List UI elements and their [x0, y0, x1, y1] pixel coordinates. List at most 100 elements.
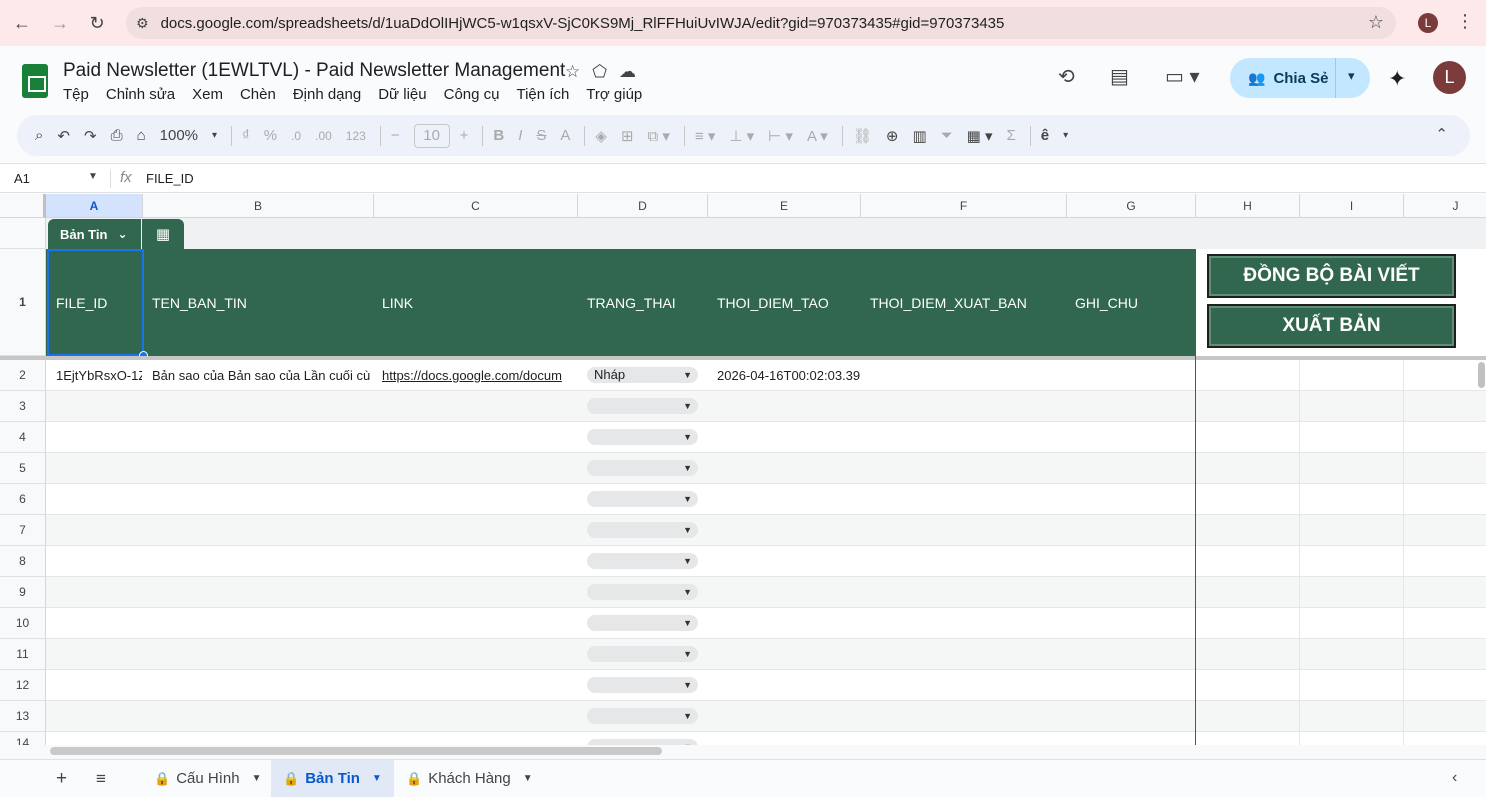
row-header-11[interactable]: 11 [0, 639, 46, 670]
status-dropdown[interactable]: ▼ [587, 646, 698, 662]
print-icon[interactable]: ⎙ [111, 127, 123, 144]
column-header-i[interactable]: I [1300, 194, 1404, 218]
merge-cells-icon[interactable]: ⧉ ▾ [648, 127, 670, 145]
move-to-drive-icon[interactable]: ⬠ [592, 62, 607, 82]
site-info-icon[interactable]: ⚙ [136, 15, 149, 32]
input-tools-button[interactable]: ê [1041, 127, 1049, 144]
cell-link[interactable]: https://docs.google.com/docum [382, 368, 577, 383]
reload-icon[interactable]: ↻ [84, 10, 110, 36]
column-header-j[interactable]: J [1404, 194, 1486, 218]
sheet-tab-ban-tin[interactable]: 🔒 Bản Tin ▼ [271, 760, 394, 797]
table-views-icon[interactable]: ▦ ▾ [967, 127, 993, 145]
input-tools-dropdown-icon[interactable]: ▾ [1063, 130, 1068, 141]
filter-icon[interactable]: ⏷ [941, 127, 953, 144]
horizontal-scrollbar-thumb[interactable] [50, 747, 662, 755]
row-header-3[interactable]: 3 [0, 391, 46, 422]
header-thoi-diem-xuat-ban[interactable]: THOI_DIEM_XUAT_BAN [861, 249, 1027, 356]
row-header-6[interactable]: 6 [0, 484, 46, 515]
publish-button[interactable]: XUẤT BẢN [1207, 304, 1456, 348]
account-avatar[interactable]: L [1433, 61, 1466, 94]
text-rotation-icon[interactable]: A ▾ [807, 127, 828, 145]
chevron-down-icon[interactable]: ▼ [252, 773, 262, 784]
menu-help[interactable]: Trợ giúp [586, 86, 642, 103]
row-header-2[interactable]: 2 [0, 360, 46, 391]
select-all-corner[interactable] [0, 194, 46, 218]
status-dropdown[interactable]: Nháp ▼ [587, 367, 698, 383]
header-ten-ban-tin[interactable]: TEN_BAN_TIN [143, 249, 247, 356]
font-size-input[interactable]: 10 [413, 123, 450, 148]
cell-thoi-diem-tao[interactable]: 2026-04-16T00:02:03.39 [717, 368, 860, 383]
formula-input[interactable]: FILE_ID [146, 171, 194, 186]
row-header-1[interactable]: 1 [0, 249, 46, 356]
status-dropdown[interactable]: ▼ [587, 584, 698, 600]
zoom-dropdown-icon[interactable]: ▾ [212, 130, 217, 141]
bookmark-star-icon[interactable]: ☆ [1368, 12, 1384, 33]
status-dropdown[interactable]: ▼ [587, 398, 698, 414]
browser-profile-avatar[interactable]: L [1418, 13, 1438, 33]
insert-comment-icon[interactable]: ⊕ [886, 127, 899, 145]
status-dropdown[interactable]: ▼ [587, 677, 698, 693]
column-header-d[interactable]: D [578, 194, 708, 218]
sheet-tab-cau-hinh[interactable]: 🔒 Cấu Hình ▼ [142, 760, 273, 797]
column-header-h[interactable]: H [1196, 194, 1300, 218]
status-dropdown[interactable]: ▼ [587, 553, 698, 569]
text-color-button[interactable]: A [560, 127, 570, 144]
insert-chart-icon[interactable]: ▥ [912, 127, 926, 145]
row-header-14[interactable]: 14 [0, 732, 46, 746]
decrease-decimal-button[interactable]: .0 [291, 129, 301, 143]
column-header-e[interactable]: E [708, 194, 861, 218]
gemini-sparkle-icon[interactable]: ✦ [1388, 66, 1406, 92]
status-dropdown[interactable]: ▼ [587, 491, 698, 507]
name-box-dropdown-icon[interactable]: ▼ [88, 171, 98, 182]
sync-posts-button[interactable]: ĐỒNG BỘ BÀI VIẾT [1207, 254, 1456, 298]
name-box[interactable]: A1 [14, 171, 30, 186]
status-dropdown[interactable]: ▼ [587, 615, 698, 631]
forward-arrow-icon[interactable]: → [47, 10, 73, 36]
column-header-f[interactable]: F [861, 194, 1067, 218]
strikethrough-button[interactable]: S [536, 127, 546, 144]
column-header-a[interactable]: A [46, 194, 143, 218]
menu-tools[interactable]: Công cụ [444, 86, 500, 103]
document-title[interactable]: Paid Newsletter (1EWLTVL) - Paid Newslet… [63, 60, 565, 82]
functions-icon[interactable]: Σ [1007, 127, 1016, 144]
table-name-chip[interactable]: Bản Tin ⌄ [48, 219, 141, 249]
status-dropdown[interactable]: ▼ [587, 460, 698, 476]
sheets-logo-icon[interactable] [22, 64, 48, 98]
all-sheets-icon[interactable]: ≡ [96, 769, 106, 789]
row-header-4[interactable]: 4 [0, 422, 46, 453]
zoom-select[interactable]: 100% [160, 127, 198, 144]
meet-video-icon[interactable]: ▭ ▾ [1165, 64, 1200, 89]
row-header-5[interactable]: 5 [0, 453, 46, 484]
row-header-13[interactable]: 13 [0, 701, 46, 732]
collapse-toolbar-icon[interactable]: ⌃ [1435, 125, 1448, 143]
insert-link-icon[interactable]: ⛓ [853, 127, 872, 145]
sheet-tab-khach-hang[interactable]: 🔒 Khách Hàng ▼ [394, 760, 545, 797]
column-header-g[interactable]: G [1067, 194, 1196, 218]
header-link[interactable]: LINK [373, 249, 413, 356]
header-trang-thai[interactable]: TRANG_THAI [578, 249, 676, 356]
increase-decimal-button[interactable]: .00 [315, 129, 332, 143]
status-dropdown[interactable]: ▼ [587, 429, 698, 445]
currency-format-button[interactable]: ₫ [242, 127, 250, 144]
star-icon[interactable]: ☆ [565, 62, 580, 82]
menu-insert[interactable]: Chèn [240, 86, 276, 103]
italic-button[interactable]: I [518, 127, 522, 144]
header-thoi-diem-tao[interactable]: THOI_DIEM_TAO [708, 249, 829, 356]
chevron-down-icon[interactable]: ▼ [372, 773, 382, 784]
search-icon[interactable]: ⌕ [35, 127, 43, 144]
column-header-c[interactable]: C [374, 194, 578, 218]
comments-icon[interactable]: ▤ [1110, 64, 1129, 89]
undo-icon[interactable]: ↶ [57, 127, 70, 145]
version-history-icon[interactable]: ⟲ [1058, 64, 1075, 89]
header-ghi-chu[interactable]: GHI_CHU [1066, 249, 1138, 356]
row-header-12[interactable]: 12 [0, 670, 46, 701]
chevron-down-icon[interactable]: ▼ [523, 773, 533, 784]
text-wrap-icon[interactable]: ⊢ ▾ [768, 127, 793, 145]
share-button[interactable]: 👥 Chia Sẻ ▾ [1230, 58, 1370, 98]
table-calculator-icon[interactable]: ▦ [142, 219, 184, 249]
address-bar[interactable]: ⚙ docs.google.com/spreadsheets/d/1uaDdOl… [126, 7, 1396, 39]
cloud-status-icon[interactable]: ☁ [619, 62, 636, 82]
menu-edit[interactable]: Chỉnh sửa [106, 86, 175, 103]
number-format-button[interactable]: 123 [346, 129, 366, 143]
browser-menu-icon[interactable]: ⋮ [1456, 11, 1474, 32]
